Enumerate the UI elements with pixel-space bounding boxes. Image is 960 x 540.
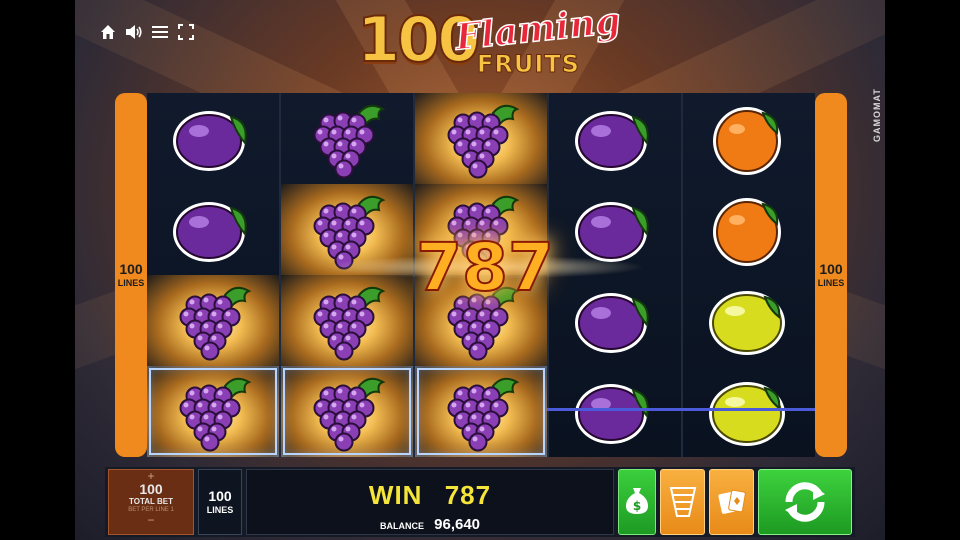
bottom-bar: + 100 TOTAL BET BET PER LINE 1 − 100 LIN… [105, 467, 855, 537]
balance-label: BALANCE [379, 521, 424, 531]
left-lines-value: 100 [119, 261, 143, 277]
symbol-plum [549, 275, 681, 366]
symbol-grapes [147, 366, 279, 457]
money-bag-icon: $ [626, 488, 648, 514]
spin-button[interactable] [758, 469, 852, 535]
total-bet-label: TOTAL BET [129, 497, 173, 506]
game-logo: 100 Flaming FRUITS [356, 0, 623, 82]
top-controls [98, 22, 196, 42]
spin-arrows-icon [785, 482, 825, 522]
menu-icon[interactable] [150, 22, 170, 42]
gamble-cards-button[interactable] [709, 469, 754, 535]
speaker-icon[interactable] [124, 22, 144, 42]
total-bet-value: 100 [139, 481, 163, 497]
left-lines-label: LINES [117, 278, 145, 288]
svg-text:$: $ [633, 499, 641, 513]
win-value: 787 [444, 480, 492, 510]
payline [547, 408, 815, 411]
total-bet-control[interactable]: + 100 TOTAL BET BET PER LINE 1 − [108, 469, 194, 535]
gamble-ladder-button[interactable] [660, 469, 705, 535]
symbol-plum [549, 93, 681, 184]
win-display: WIN 787 BALANCE 96,640 [246, 469, 614, 535]
lines-display[interactable]: 100 LINES [198, 469, 242, 535]
reel-1 [147, 93, 281, 457]
cards-icon [717, 489, 746, 514]
balance-line: BALANCE 96,640 [247, 516, 613, 533]
game-stage: 100 Flaming FRUITS GAMOMAT 100 LINES 100… [75, 0, 885, 540]
logo-fruits: FRUITS [477, 50, 580, 79]
reel-5 [683, 93, 815, 457]
right-lines-value: 100 [819, 261, 843, 277]
symbol-grapes [147, 275, 279, 366]
symbol-plum [147, 93, 279, 184]
lines-value: 100 [208, 488, 232, 504]
symbol-orange [683, 93, 815, 184]
big-win-amount: 787 [415, 229, 555, 306]
symbol-lemon [683, 275, 815, 366]
symbol-grapes [415, 366, 547, 457]
fullscreen-icon[interactable] [176, 22, 196, 42]
home-icon[interactable] [98, 22, 118, 42]
symbol-grapes [281, 275, 413, 366]
symbol-grapes [415, 93, 547, 184]
symbol-orange [683, 184, 815, 275]
win-line: WIN 787 [247, 480, 613, 511]
symbol-lemon [683, 366, 815, 457]
bet-minus-button[interactable]: − [147, 514, 154, 526]
symbol-plum [549, 366, 681, 457]
symbol-grapes [281, 366, 413, 457]
left-lines-panel: 100 LINES [115, 93, 147, 457]
provider-label: GAMOMAT [872, 88, 882, 142]
lines-label: LINES [206, 505, 234, 515]
right-lines-panel: 100 LINES [815, 93, 847, 457]
right-lines-label: LINES [817, 278, 845, 288]
balance-value: 96,640 [434, 516, 481, 533]
win-label: WIN [368, 480, 423, 510]
cashout-button[interactable]: $ [618, 469, 656, 535]
ladder-icon [669, 487, 696, 517]
symbol-plum [147, 184, 279, 275]
symbol-grapes [281, 93, 413, 184]
